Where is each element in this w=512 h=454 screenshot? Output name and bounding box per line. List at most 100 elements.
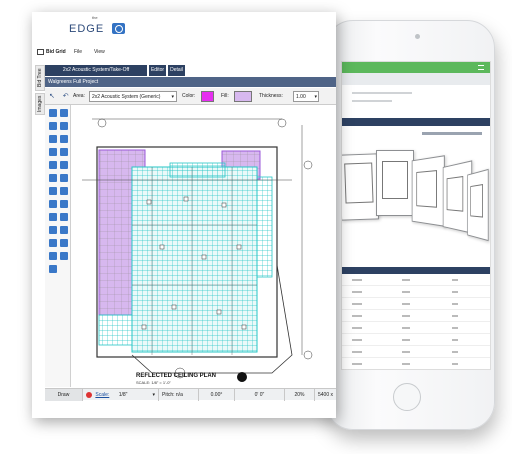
tool-palette <box>45 105 71 387</box>
image-icon[interactable] <box>60 161 68 169</box>
length-readout: 0' 0" <box>235 389 285 401</box>
ceiling-plan-drawing: REFLECTED CEILING PLAN SCALE: 1/8" = 1'-… <box>72 105 336 387</box>
area-icon[interactable] <box>60 187 68 195</box>
app-window: the EDGE Bid Grid File View Bid Tree Ima… <box>32 12 336 418</box>
tablet-table-header <box>342 267 490 274</box>
tablet-section-header <box>342 118 490 126</box>
tablet-app-header <box>342 62 490 73</box>
select-tool-icon[interactable] <box>49 109 57 117</box>
area-select-value: 2x2 Acoustic System (Generic) <box>92 94 160 100</box>
menu-view[interactable]: View <box>94 49 105 55</box>
color-label: Color: <box>182 93 195 99</box>
draw-button[interactable]: Draw <box>45 389 83 401</box>
north-arrow-icon <box>237 372 247 382</box>
fit-icon[interactable] <box>60 135 68 143</box>
tablet-control-row <box>422 132 482 135</box>
arrow-icon[interactable] <box>49 187 57 195</box>
table-row <box>342 286 490 298</box>
text-icon[interactable] <box>49 161 57 169</box>
tablet-text-line <box>352 100 392 102</box>
tab-detail[interactable]: Detail <box>168 65 186 76</box>
table-row <box>342 298 490 310</box>
tablet-drawing-page <box>467 169 488 241</box>
thickness-label: Thickness: <box>259 93 283 99</box>
thickness-select[interactable]: 1.00 ▾ <box>293 91 319 102</box>
line-icon[interactable] <box>49 174 57 182</box>
table-row <box>342 274 490 286</box>
logo-mark-icon <box>112 23 125 34</box>
tab-images[interactable]: Images <box>35 93 45 115</box>
zoom-in-icon[interactable] <box>49 122 57 130</box>
tab-bid-tree[interactable]: Bid Tree <box>35 65 45 91</box>
error-icon <box>86 392 92 398</box>
table-row <box>342 310 490 322</box>
drawing-scale-note: SCALE: 1/8" = 1'-0" <box>136 380 171 385</box>
fill-label: Fill: <box>221 93 229 99</box>
tablet-drawing-page <box>341 153 379 220</box>
search-icon[interactable] <box>49 265 57 273</box>
properties-bar: ↖ ↶ Area: 2x2 Acoustic System (Generic) ▾… <box>45 88 336 105</box>
layers-icon[interactable] <box>60 252 68 260</box>
home-button[interactable] <box>393 383 421 411</box>
tablet-toolbar <box>342 73 490 85</box>
tablet-screen <box>341 61 491 370</box>
logo-text: EDGE <box>69 23 104 35</box>
color-swatch[interactable] <box>201 91 214 102</box>
scale-cell[interactable]: Scale: 1/8" ▾ <box>83 389 159 401</box>
tablet-device <box>325 20 495 430</box>
dimension-readout: 5400 x <box>315 389 336 401</box>
highlight-icon[interactable] <box>49 226 57 234</box>
tablet-text-line <box>352 92 412 94</box>
fill-swatch[interactable] <box>234 91 252 102</box>
table-row <box>342 334 490 346</box>
side-tabs: Bid Tree Images <box>35 65 45 125</box>
table-row <box>342 346 490 358</box>
tablet-drawing-page <box>412 155 445 227</box>
zoom-out-icon[interactable] <box>60 122 68 130</box>
drawing-canvas[interactable]: REFLECTED CEILING PLAN SCALE: 1/8" = 1'-… <box>72 105 336 387</box>
tab-editor[interactable]: Editor <box>149 65 167 76</box>
ellipse-icon[interactable] <box>60 200 68 208</box>
document-tabs: 2x2 Acoustic System/Take-Off Editor Deta… <box>45 65 336 76</box>
edge-logo: the EDGE <box>32 12 202 40</box>
count-icon[interactable] <box>49 213 57 221</box>
tablet-drawing-page <box>376 150 414 216</box>
link-icon[interactable] <box>49 252 57 260</box>
cursor-undo-icons[interactable]: ↖ ↶ <box>49 92 72 100</box>
scale-label[interactable]: Scale: <box>95 392 109 398</box>
menu-bar: Bid Grid File View <box>32 46 336 59</box>
area-label: Area: <box>73 93 85 99</box>
menu-bid-grid[interactable]: Bid Grid <box>46 49 66 55</box>
zoom-readout: 20% <box>285 389 315 401</box>
table-row <box>342 322 490 334</box>
note-icon[interactable] <box>60 148 68 156</box>
tablet-table <box>342 274 490 370</box>
rectangle-icon[interactable] <box>49 200 57 208</box>
table-row <box>342 358 490 370</box>
scale-value: 1/8" <box>119 392 128 398</box>
chevron-down-icon: ▾ <box>314 92 317 102</box>
angle-readout: 0.00° <box>199 389 235 401</box>
chevron-down-icon: ▾ <box>171 92 174 102</box>
area-select[interactable]: 2x2 Acoustic System (Generic) ▾ <box>89 91 177 102</box>
status-bar: Draw Scale: 1/8" ▾ Pitch: n/a 0.00° 0' 0… <box>45 388 336 400</box>
pitch-readout: Pitch: n/a <box>159 389 199 401</box>
thickness-value: 1.00 <box>296 94 306 100</box>
project-title: Walgreens Full Project <box>45 77 336 87</box>
grid-icon <box>37 49 44 55</box>
measure-icon[interactable] <box>60 213 68 221</box>
stamp-icon[interactable] <box>49 239 57 247</box>
redo-icon[interactable] <box>60 109 68 117</box>
tab-takeoff[interactable]: 2x2 Acoustic System/Take-Off <box>45 65 148 76</box>
cloud-icon[interactable] <box>60 226 68 234</box>
logo-superscript: the <box>92 15 98 20</box>
comment-icon[interactable] <box>49 148 57 156</box>
tablet-camera <box>415 34 420 39</box>
polyline-icon[interactable] <box>60 174 68 182</box>
drawing-title: REFLECTED CEILING PLAN <box>136 373 216 379</box>
menu-icon[interactable] <box>478 65 484 70</box>
erase-icon[interactable] <box>60 239 68 247</box>
pan-icon[interactable] <box>49 135 57 143</box>
chevron-down-icon: ▾ <box>152 389 155 401</box>
menu-file[interactable]: File <box>74 49 82 55</box>
